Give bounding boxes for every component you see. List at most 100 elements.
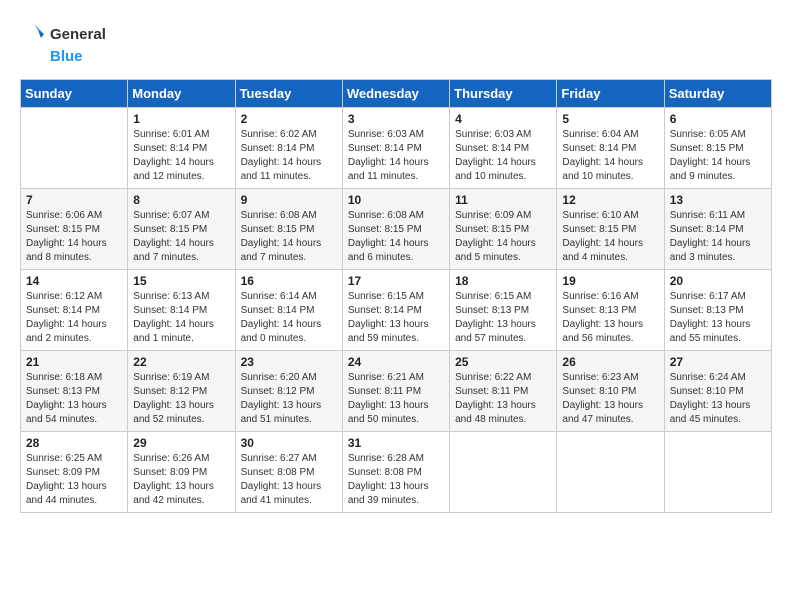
calendar-cell — [21, 108, 128, 189]
day-number: 4 — [455, 112, 551, 126]
day-number: 5 — [562, 112, 658, 126]
day-info: Sunrise: 6:01 AM Sunset: 8:14 PM Dayligh… — [133, 128, 229, 184]
day-info: Sunrise: 6:12 AM Sunset: 8:14 PM Dayligh… — [26, 290, 122, 346]
day-info: Sunrise: 6:03 AM Sunset: 8:14 PM Dayligh… — [455, 128, 551, 184]
logo-general: General — [50, 26, 106, 43]
calendar-cell: 24 Sunrise: 6:21 AM Sunset: 8:11 PM Dayli… — [342, 351, 449, 432]
day-number: 25 — [455, 355, 551, 369]
calendar-cell: 13 Sunrise: 6:11 AM Sunset: 8:14 PM Dayli… — [664, 189, 771, 270]
day-number: 7 — [26, 193, 122, 207]
weekday-header: Monday — [128, 80, 235, 108]
calendar-cell: 11 Sunrise: 6:09 AM Sunset: 8:15 PM Dayli… — [450, 189, 557, 270]
day-number: 19 — [562, 274, 658, 288]
calendar-cell: 6 Sunrise: 6:05 AM Sunset: 8:15 PM Daylig… — [664, 108, 771, 189]
day-number: 15 — [133, 274, 229, 288]
calendar-cell: 15 Sunrise: 6:13 AM Sunset: 8:14 PM Dayli… — [128, 270, 235, 351]
day-number: 17 — [348, 274, 444, 288]
day-number: 18 — [455, 274, 551, 288]
day-info: Sunrise: 6:10 AM Sunset: 8:15 PM Dayligh… — [562, 209, 658, 265]
day-info: Sunrise: 6:16 AM Sunset: 8:13 PM Dayligh… — [562, 290, 658, 346]
day-number: 14 — [26, 274, 122, 288]
day-info: Sunrise: 6:14 AM Sunset: 8:14 PM Dayligh… — [241, 290, 337, 346]
weekday-header: Friday — [557, 80, 664, 108]
calendar-cell: 9 Sunrise: 6:08 AM Sunset: 8:15 PM Daylig… — [235, 189, 342, 270]
day-info: Sunrise: 6:06 AM Sunset: 8:15 PM Dayligh… — [26, 209, 122, 265]
weekday-header: Wednesday — [342, 80, 449, 108]
day-number: 2 — [241, 112, 337, 126]
header: General Blue — [20, 20, 772, 65]
day-info: Sunrise: 6:24 AM Sunset: 8:10 PM Dayligh… — [670, 371, 766, 427]
logo-blue: Blue — [50, 48, 83, 65]
day-info: Sunrise: 6:11 AM Sunset: 8:14 PM Dayligh… — [670, 209, 766, 265]
day-number: 13 — [670, 193, 766, 207]
day-number: 20 — [670, 274, 766, 288]
day-number: 16 — [241, 274, 337, 288]
calendar-cell: 8 Sunrise: 6:07 AM Sunset: 8:15 PM Daylig… — [128, 189, 235, 270]
calendar-cell: 27 Sunrise: 6:24 AM Sunset: 8:10 PM Dayli… — [664, 351, 771, 432]
calendar-cell — [450, 432, 557, 513]
day-number: 8 — [133, 193, 229, 207]
day-number: 31 — [348, 436, 444, 450]
day-number: 9 — [241, 193, 337, 207]
calendar-cell: 25Sunrise: 6:22 AM Sunset: 8:11 PM Dayli… — [450, 351, 557, 432]
day-info: Sunrise: 6:09 AM Sunset: 8:15 PM Dayligh… — [455, 209, 551, 265]
header-row: SundayMondayTuesdayWednesdayThursdayFrid… — [21, 80, 772, 108]
calendar-cell: 20 Sunrise: 6:17 AM Sunset: 8:13 PM Dayli… — [664, 270, 771, 351]
day-number: 6 — [670, 112, 766, 126]
day-info: Sunrise: 6:15 AM Sunset: 8:14 PM Dayligh… — [348, 290, 444, 346]
calendar-cell: 3 Sunrise: 6:03 AM Sunset: 8:14 PM Daylig… — [342, 108, 449, 189]
day-info: Sunrise: 6:28 AM Sunset: 8:08 PM Dayligh… — [348, 452, 444, 508]
day-info: Sunrise: 6:02 AM Sunset: 8:14 PM Dayligh… — [241, 128, 337, 184]
day-info: Sunrise: 6:08 AM Sunset: 8:15 PM Dayligh… — [348, 209, 444, 265]
weekday-header: Tuesday — [235, 80, 342, 108]
calendar-cell: 7 Sunrise: 6:06 AM Sunset: 8:15 PM Daylig… — [21, 189, 128, 270]
day-info: Sunrise: 6:08 AM Sunset: 8:15 PM Dayligh… — [241, 209, 337, 265]
calendar-cell: 22Sunrise: 6:19 AM Sunset: 8:12 PM Dayli… — [128, 351, 235, 432]
calendar-cell: 23 Sunrise: 6:20 AM Sunset: 8:12 PM Dayli… — [235, 351, 342, 432]
day-info: Sunrise: 6:19 AM Sunset: 8:12 PM Dayligh… — [133, 371, 229, 427]
day-number: 24 — [348, 355, 444, 369]
day-info: Sunrise: 6:21 AM Sunset: 8:11 PM Dayligh… — [348, 371, 444, 427]
day-info: Sunrise: 6:23 AM Sunset: 8:10 PM Dayligh… — [562, 371, 658, 427]
day-number: 10 — [348, 193, 444, 207]
day-number: 23 — [241, 355, 337, 369]
calendar-row: 1Sunrise: 6:01 AM Sunset: 8:14 PM Daylig… — [21, 108, 772, 189]
day-info: Sunrise: 6:04 AM Sunset: 8:14 PM Dayligh… — [562, 128, 658, 184]
weekday-header: Sunday — [21, 80, 128, 108]
day-info: Sunrise: 6:20 AM Sunset: 8:12 PM Dayligh… — [241, 371, 337, 427]
calendar-cell: 18 Sunrise: 6:15 AM Sunset: 8:13 PM Dayli… — [450, 270, 557, 351]
calendar-cell — [664, 432, 771, 513]
day-info: Sunrise: 6:15 AM Sunset: 8:13 PM Dayligh… — [455, 290, 551, 346]
calendar-row: 7 Sunrise: 6:06 AM Sunset: 8:15 PM Daylig… — [21, 189, 772, 270]
calendar-row: 14 Sunrise: 6:12 AM Sunset: 8:14 PM Dayli… — [21, 270, 772, 351]
calendar-cell: 10 Sunrise: 6:08 AM Sunset: 8:15 PM Dayli… — [342, 189, 449, 270]
day-info: Sunrise: 6:18 AM Sunset: 8:13 PM Dayligh… — [26, 371, 122, 427]
calendar-row: 28Sunrise: 6:25 AM Sunset: 8:09 PM Dayli… — [21, 432, 772, 513]
day-number: 3 — [348, 112, 444, 126]
calendar-cell: 16 Sunrise: 6:14 AM Sunset: 8:14 PM Dayli… — [235, 270, 342, 351]
day-info: Sunrise: 6:27 AM Sunset: 8:08 PM Dayligh… — [241, 452, 337, 508]
calendar-cell: 26 Sunrise: 6:23 AM Sunset: 8:10 PM Dayli… — [557, 351, 664, 432]
calendar-table: SundayMondayTuesdayWednesdayThursdayFrid… — [20, 79, 772, 513]
day-number: 26 — [562, 355, 658, 369]
calendar-row: 21 Sunrise: 6:18 AM Sunset: 8:13 PM Dayli… — [21, 351, 772, 432]
day-number: 28 — [26, 436, 122, 450]
day-number: 11 — [455, 193, 551, 207]
page: General Blue SundayMondayTuesdayWednesda… — [0, 0, 792, 612]
calendar-cell: 28Sunrise: 6:25 AM Sunset: 8:09 PM Dayli… — [21, 432, 128, 513]
calendar-cell: 5 Sunrise: 6:04 AM Sunset: 8:14 PM Daylig… — [557, 108, 664, 189]
logo: General Blue — [20, 20, 106, 65]
calendar-cell: 31 Sunrise: 6:28 AM Sunset: 8:08 PM Dayli… — [342, 432, 449, 513]
day-info: Sunrise: 6:17 AM Sunset: 8:13 PM Dayligh… — [670, 290, 766, 346]
calendar-cell: 19 Sunrise: 6:16 AM Sunset: 8:13 PM Dayli… — [557, 270, 664, 351]
day-number: 27 — [670, 355, 766, 369]
day-info: Sunrise: 6:07 AM Sunset: 8:15 PM Dayligh… — [133, 209, 229, 265]
day-info: Sunrise: 6:13 AM Sunset: 8:14 PM Dayligh… — [133, 290, 229, 346]
calendar-cell: 14 Sunrise: 6:12 AM Sunset: 8:14 PM Dayli… — [21, 270, 128, 351]
day-number: 21 — [26, 355, 122, 369]
calendar-cell — [557, 432, 664, 513]
day-info: Sunrise: 6:03 AM Sunset: 8:14 PM Dayligh… — [348, 128, 444, 184]
day-number: 12 — [562, 193, 658, 207]
calendar-cell: 21 Sunrise: 6:18 AM Sunset: 8:13 PM Dayli… — [21, 351, 128, 432]
day-info: Sunrise: 6:05 AM Sunset: 8:15 PM Dayligh… — [670, 128, 766, 184]
